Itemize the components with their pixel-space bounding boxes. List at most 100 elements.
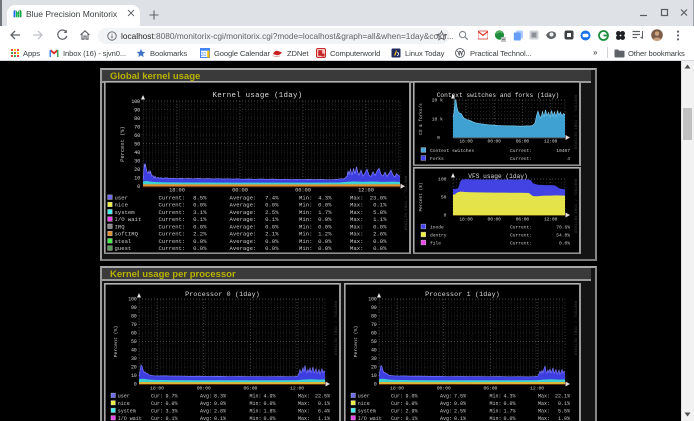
- svg-text:Min:: Min:: [299, 245, 312, 252]
- svg-text:Percent (%): Percent (%): [353, 326, 359, 358]
- svg-text:0: 0: [437, 135, 440, 141]
- svg-text:06:00: 06:00: [243, 386, 257, 392]
- svg-text:00:00: 00:00: [488, 139, 502, 145]
- svg-text:2.1%: 2.1%: [265, 231, 279, 238]
- svg-text:0.1%: 0.1%: [558, 401, 570, 407]
- svg-text:Current:: Current:: [159, 238, 186, 245]
- svg-text:Cur:: Cur:: [151, 408, 163, 414]
- svg-text:06:00: 06:00: [516, 217, 530, 223]
- svg-text:Current:: Current:: [510, 225, 532, 231]
- svg-text:RRDTOOL / TOBI OETIKER: RRDTOOL / TOBI OETIKER: [403, 176, 408, 231]
- svg-text:6.4%: 6.4%: [318, 408, 330, 414]
- svg-text:inode: inode: [430, 225, 444, 231]
- svg-text:4.9%: 4.9%: [263, 393, 275, 399]
- svg-text:system: system: [118, 408, 136, 414]
- svg-text:Current:: Current:: [159, 231, 186, 238]
- svg-text:0.0%: 0.0%: [559, 241, 570, 247]
- svg-text:Min:: Min:: [250, 416, 262, 421]
- svg-text:Avg:: Avg:: [200, 416, 212, 421]
- svg-text:30: 30: [131, 356, 137, 362]
- svg-text:IRQ: IRQ: [115, 223, 126, 230]
- svg-text:70: 70: [371, 322, 377, 328]
- svg-text:0.0%: 0.0%: [454, 401, 466, 407]
- svg-text:0.0%: 0.0%: [193, 245, 207, 252]
- svg-text:Avg:: Avg:: [440, 401, 452, 407]
- svg-text:Cur:: Cur:: [151, 401, 163, 407]
- svg-text:nice: nice: [358, 401, 370, 407]
- svg-text:Avg:: Avg:: [200, 393, 212, 399]
- svg-text:100: 100: [438, 177, 447, 183]
- svg-text:Min:: Min:: [250, 393, 262, 399]
- svg-text:12:00: 12:00: [544, 217, 558, 223]
- svg-text:Min:: Min:: [299, 231, 312, 238]
- svg-text:0.0%: 0.0%: [318, 238, 332, 245]
- svg-text:Current:: Current:: [510, 148, 532, 154]
- svg-text:22.5%: 22.5%: [315, 393, 330, 399]
- svg-text:Average:: Average:: [230, 209, 257, 216]
- svg-text:30: 30: [134, 159, 140, 165]
- svg-text:Context switches and forks (1: Context switches and forks (1day): [437, 92, 560, 99]
- svg-text:00:00: 00:00: [437, 386, 451, 392]
- svg-text:2.5%: 2.5%: [454, 408, 466, 414]
- svg-text:nice: nice: [118, 401, 130, 407]
- svg-text:Max:: Max:: [298, 416, 310, 421]
- svg-text:system: system: [358, 408, 376, 414]
- svg-text:0: 0: [134, 382, 137, 388]
- svg-text:10 k: 10 k: [432, 116, 443, 122]
- svg-text:Current:: Current:: [510, 156, 532, 162]
- svg-text:Current:: Current:: [159, 223, 186, 230]
- svg-text:Min:: Min:: [299, 209, 312, 216]
- svg-text:Current:: Current:: [159, 216, 186, 223]
- svg-text:60: 60: [371, 331, 377, 337]
- svg-text:0.0%: 0.0%: [503, 401, 515, 407]
- svg-text:Average:: Average:: [230, 238, 257, 245]
- svg-text:0.0%: 0.0%: [263, 401, 275, 407]
- svg-text:2.5%: 2.5%: [265, 209, 279, 216]
- svg-text:user: user: [115, 194, 128, 201]
- svg-text:Current:: Current:: [510, 233, 532, 239]
- svg-text:RRDTOOL / TOBI OETIKER: RRDTOOL / TOBI OETIKER: [573, 179, 578, 234]
- svg-text:Min:: Min:: [490, 408, 502, 414]
- svg-text:Min:: Min:: [490, 416, 502, 421]
- svg-text:0.0%: 0.0%: [503, 416, 515, 421]
- svg-text:Cur:: Cur:: [391, 408, 403, 414]
- svg-text:1.1%: 1.1%: [318, 416, 330, 421]
- svg-text:Max:: Max:: [350, 202, 363, 209]
- svg-text:0.0%: 0.0%: [373, 245, 387, 252]
- svg-text:0.0%: 0.0%: [373, 223, 387, 230]
- svg-text:Cur:: Cur:: [391, 416, 403, 421]
- svg-text:I/O wait: I/O wait: [115, 216, 142, 223]
- svg-text:Cur:: Cur:: [151, 393, 163, 399]
- svg-text:Min:: Min:: [490, 393, 502, 399]
- svg-text:Average:: Average:: [230, 202, 257, 209]
- svg-text:Cur:: Cur:: [391, 401, 403, 407]
- svg-text:10407: 10407: [556, 148, 570, 154]
- svg-text:0.1%: 0.1%: [265, 216, 279, 223]
- svg-text:nice: nice: [115, 202, 128, 209]
- svg-text:7.5%: 7.5%: [454, 393, 466, 399]
- svg-text:2.2%: 2.2%: [193, 231, 207, 238]
- svg-text:Current:: Current:: [159, 202, 186, 209]
- svg-text:0.1%: 0.1%: [193, 216, 207, 223]
- svg-text:2.6%: 2.6%: [373, 231, 387, 238]
- svg-text:18:00: 18:00: [390, 386, 404, 392]
- svg-text:30: 30: [371, 356, 377, 362]
- svg-text:5.8%: 5.8%: [373, 209, 387, 216]
- svg-text:Context switches: Context switches: [430, 148, 474, 154]
- svg-text:0.0%: 0.0%: [265, 223, 279, 230]
- svg-text:60: 60: [131, 331, 137, 337]
- svg-text:softIRQ: softIRQ: [115, 231, 139, 238]
- svg-text:00:00: 00:00: [488, 217, 502, 223]
- svg-text:Average:: Average:: [230, 231, 257, 238]
- svg-text:50: 50: [441, 195, 447, 201]
- svg-text:0.0%: 0.0%: [214, 401, 226, 407]
- svg-text:80: 80: [131, 314, 137, 320]
- svg-text:Kernel usage (1day): Kernel usage (1day): [213, 92, 303, 100]
- svg-text:0.0%: 0.0%: [318, 202, 332, 209]
- svg-text:06:00: 06:00: [295, 188, 311, 194]
- svg-text:80: 80: [371, 314, 377, 320]
- svg-text:RRDTOOL / TOBI OETIKER: RRDTOOL / TOBI OETIKER: [573, 95, 578, 150]
- svg-text:Forks: Forks: [430, 156, 444, 162]
- svg-text:Current:: Current:: [159, 194, 186, 201]
- svg-text:2.8%: 2.8%: [214, 408, 226, 414]
